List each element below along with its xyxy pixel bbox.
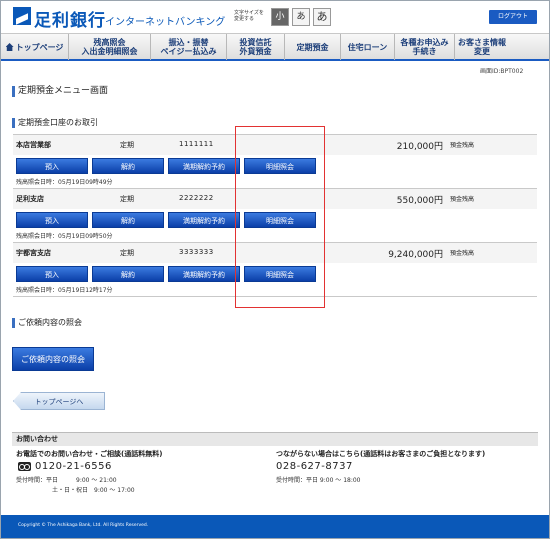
contact-left-tel: 0120-21-6556 xyxy=(35,461,112,472)
inquiry-button[interactable]: ご依頼内容の照会 xyxy=(12,347,94,371)
fontsize-small-button[interactable]: 小 xyxy=(271,8,289,26)
screen-id: 画面ID:BPT002 xyxy=(480,68,524,75)
freedial-icon xyxy=(18,462,31,471)
deposit-button[interactable]: 預入 xyxy=(16,158,88,174)
nav-item-time-deposit[interactable]: 定期預金 xyxy=(285,34,341,60)
contact-left-title: お電話でのお問い合わせ・ご相談(通話料無料) xyxy=(16,450,163,458)
nav-label: 投資信託 外貨預金 xyxy=(239,38,272,56)
nav-item-profile[interactable]: お客さま情報 変更 xyxy=(455,34,509,60)
nav-item-transfer[interactable]: 振込・振替 ペイジー払込み xyxy=(151,34,227,60)
home-icon xyxy=(5,43,14,51)
header: 足利銀行 インターネットバンキング 文字サイズを変更する 小 あ あ ログアウト xyxy=(1,1,549,33)
nav-item-mortgage[interactable]: 住宅ローン xyxy=(341,34,395,60)
account-inquiry-time: 残高照会日時：05月19日12時17分 xyxy=(16,287,113,294)
maturity-cancel-button[interactable]: 満期解約予約 xyxy=(168,212,240,228)
global-nav: トップページ 残高照会 入出金明細照会 振込・振替 ペイジー払込み 投資信託 外… xyxy=(1,33,549,61)
account-inquiry-time: 残高照会日時：05月19日09時49分 xyxy=(16,179,113,186)
nav-item-balance[interactable]: 残高照会 入出金明細照会 xyxy=(69,34,151,60)
fontsize-large-button[interactable]: あ xyxy=(313,8,331,26)
account-inquiry-time: 残高照会日時：05月19日09時50分 xyxy=(16,233,113,240)
account-balance-label: 預金残高 xyxy=(450,250,475,257)
nav-label: 残高照会 入出金明細照会 xyxy=(81,38,138,56)
account-number: 3333333 xyxy=(179,248,214,256)
deposit-button[interactable]: 預入 xyxy=(16,212,88,228)
nav-label: お客さま情報 変更 xyxy=(458,38,506,56)
logo-text: 足利銀行 xyxy=(34,11,106,31)
logo-subtitle: インターネットバンキング xyxy=(105,17,226,28)
account-branch: 本店営業部 xyxy=(16,141,51,149)
contact-left-hours: 受付時間：平日 9:00 ～ 21:00 xyxy=(16,477,117,484)
nav-item-applications[interactable]: 各種お申込み 手続き xyxy=(395,34,455,60)
account-branch: 宇都宮支店 xyxy=(16,249,51,257)
contact-right-title: つながらない場合はこちら(通話料はお客さまのご負担となります) xyxy=(276,450,486,458)
cancel-button[interactable]: 解約 xyxy=(92,266,164,282)
account-type: 定期 xyxy=(120,141,134,149)
nav-label: 住宅ローン xyxy=(347,42,388,52)
nav-label: 振込・振替 ペイジー払込み xyxy=(160,38,217,56)
contact-left-hours-weekend: 土・日・祝日 9:00 ～ 17:00 xyxy=(52,487,135,494)
cancel-button[interactable]: 解約 xyxy=(92,212,164,228)
cancel-button[interactable]: 解約 xyxy=(92,158,164,174)
deposit-button[interactable]: 預入 xyxy=(16,266,88,282)
nav-item-top[interactable]: トップページ xyxy=(1,34,69,60)
account-branch: 足利支店 xyxy=(16,195,44,203)
nav-label: 定期預金 xyxy=(296,42,329,52)
fontsize-medium-button[interactable]: あ xyxy=(292,8,310,26)
account-balance: 550,000円 xyxy=(396,196,443,206)
contact-heading: お問い合わせ xyxy=(12,433,538,446)
account-balance: 210,000円 xyxy=(396,142,443,152)
nav-label: 各種お申込み 手続き xyxy=(400,38,449,56)
nav-item-investment[interactable]: 投資信託 外貨預金 xyxy=(227,34,285,60)
account-balance: 9,240,000円 xyxy=(388,250,443,260)
contact-right-tel: 028-627-8737 xyxy=(276,461,353,472)
nav-label: トップページ xyxy=(15,42,64,52)
copyright: Copyright © The Ashikaga Bank, Ltd. All … xyxy=(18,523,149,528)
account-balance-label: 預金残高 xyxy=(450,196,475,203)
section-title: 定期預金口座のお取引 xyxy=(12,118,98,128)
contact-right-hours: 受付時間：平日 9:00 ～ 18:00 xyxy=(276,477,361,484)
logout-button[interactable]: ログアウト xyxy=(489,10,537,24)
highlight-box xyxy=(235,126,325,308)
maturity-cancel-button[interactable]: 満期解約予約 xyxy=(168,266,240,282)
fontsize-label: 文字サイズを変更する xyxy=(234,10,264,22)
contact-section: お問い合わせ お電話でのお問い合わせ・ご相談(通話料無料) 0120-21-65… xyxy=(12,432,538,504)
back-to-top-button[interactable]: トップページへ xyxy=(13,392,105,410)
inquiry-section-title: ご依頼内容の照会 xyxy=(12,318,82,328)
account-type: 定期 xyxy=(120,249,134,257)
bank-logo-icon xyxy=(13,7,31,25)
account-number: 1111111 xyxy=(179,140,214,148)
account-number: 2222222 xyxy=(179,194,214,202)
account-type: 定期 xyxy=(120,195,134,203)
footer: Copyright © The Ashikaga Bank, Ltd. All … xyxy=(1,515,549,538)
maturity-cancel-button[interactable]: 満期解約予約 xyxy=(168,158,240,174)
account-balance-label: 預金残高 xyxy=(450,142,475,149)
page-title: 定期預金メニュー画面 xyxy=(12,86,108,97)
